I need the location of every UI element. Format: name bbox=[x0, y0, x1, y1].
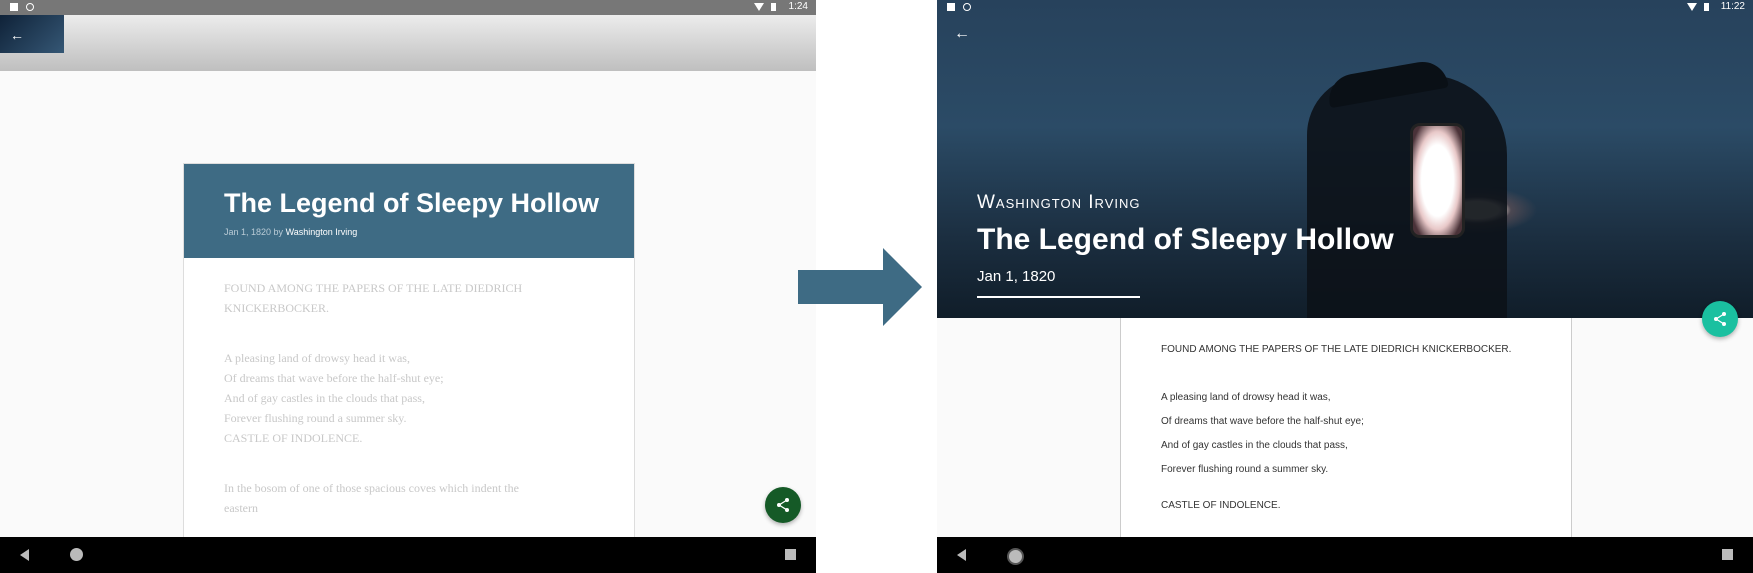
sync-icon bbox=[26, 3, 34, 11]
verse-line: CASTLE OF INDOLENCE. bbox=[224, 431, 363, 445]
verse-line: And of gay castles in the clouds that pa… bbox=[1161, 440, 1348, 451]
sync-icon bbox=[963, 3, 971, 11]
left-screen: 1:24 ← The Legend of Sleepy Hollow Jan 1… bbox=[0, 0, 816, 573]
nav-recent-icon[interactable] bbox=[1722, 549, 1733, 560]
status-bar: 11:22 bbox=[937, 0, 1753, 15]
nav-back-icon[interactable] bbox=[957, 549, 966, 561]
hero-figure bbox=[1307, 75, 1507, 318]
transition-arrow bbox=[798, 248, 922, 326]
verse-line: Of dreams that wave before the half-shut… bbox=[224, 371, 444, 385]
verse-line: Forever flushing round a summer sky. bbox=[224, 411, 407, 425]
verse-line: Of dreams that wave before the half-shut… bbox=[1161, 416, 1364, 427]
battery-icon bbox=[771, 3, 776, 11]
verse-line: A pleasing land of drowsy head it was, bbox=[1161, 392, 1331, 403]
article-card: The Legend of Sleepy Hollow Jan 1, 1820 … bbox=[183, 163, 635, 565]
status-time: 1:24 bbox=[788, 1, 808, 12]
share-icon bbox=[1714, 312, 1726, 326]
article-body: FOUND AMONG THE PAPERS OF THE LATE DIEDR… bbox=[184, 258, 634, 556]
article-title: The Legend of Sleepy Hollow bbox=[977, 223, 1394, 256]
title-divider bbox=[977, 296, 1140, 298]
status-time: 11:22 bbox=[1720, 1, 1745, 12]
back-arrow-icon[interactable]: ← bbox=[954, 25, 970, 43]
article-meta: Jan 1, 1820 by Washington Irving bbox=[224, 227, 357, 237]
right-screen: 11:22 ← Washington Irving The Legend of … bbox=[937, 0, 1753, 573]
nav-back-icon[interactable] bbox=[20, 549, 29, 561]
nav-home-icon[interactable] bbox=[1007, 548, 1024, 565]
wifi-icon bbox=[754, 3, 764, 11]
verse-line: A pleasing land of drowsy head it was, bbox=[224, 351, 410, 365]
toolbar bbox=[0, 15, 816, 71]
back-arrow-icon[interactable]: ← bbox=[10, 27, 24, 43]
article-paragraph: In the bosom of one of those spacious co… bbox=[224, 481, 519, 515]
article-date: Jan 1, 1820 by bbox=[224, 227, 284, 237]
navigation-bar bbox=[937, 537, 1753, 573]
share-button[interactable] bbox=[765, 487, 801, 523]
notification-icon bbox=[947, 3, 955, 11]
article-closing: CASTLE OF INDOLENCE. bbox=[1161, 500, 1281, 511]
article-paragraph: FOUND AMONG THE PAPERS OF THE LATE DIEDR… bbox=[1161, 344, 1512, 355]
verse-line: And of gay castles in the clouds that pa… bbox=[224, 391, 425, 405]
wifi-icon bbox=[1687, 3, 1697, 11]
article-verse: A pleasing land of drowsy head it was, O… bbox=[224, 348, 544, 448]
notification-icon bbox=[10, 3, 18, 11]
author-name: Washington Irving bbox=[977, 192, 1141, 213]
article-card: FOUND AMONG THE PAPERS OF THE LATE DIEDR… bbox=[1120, 318, 1572, 538]
article-title: The Legend of Sleepy Hollow bbox=[224, 188, 600, 218]
article-paragraph: FOUND AMONG THE PAPERS OF THE LATE DIEDR… bbox=[224, 281, 523, 315]
status-bar: 1:24 bbox=[0, 0, 816, 15]
battery-icon bbox=[1704, 3, 1709, 11]
hero-image bbox=[937, 0, 1753, 318]
verse-line: Forever flushing round a summer sky. bbox=[1161, 464, 1329, 475]
nav-home-icon[interactable] bbox=[70, 548, 83, 561]
nav-recent-icon[interactable] bbox=[785, 549, 796, 560]
lantern-image bbox=[1410, 123, 1465, 238]
article-date: Jan 1, 1820 bbox=[977, 268, 1056, 285]
article-author-link[interactable]: Washington Irving bbox=[286, 227, 358, 237]
article-header: The Legend of Sleepy Hollow Jan 1, 1820 … bbox=[184, 164, 634, 258]
share-button[interactable] bbox=[1702, 301, 1738, 337]
share-icon bbox=[777, 498, 789, 512]
navigation-bar bbox=[0, 537, 816, 573]
